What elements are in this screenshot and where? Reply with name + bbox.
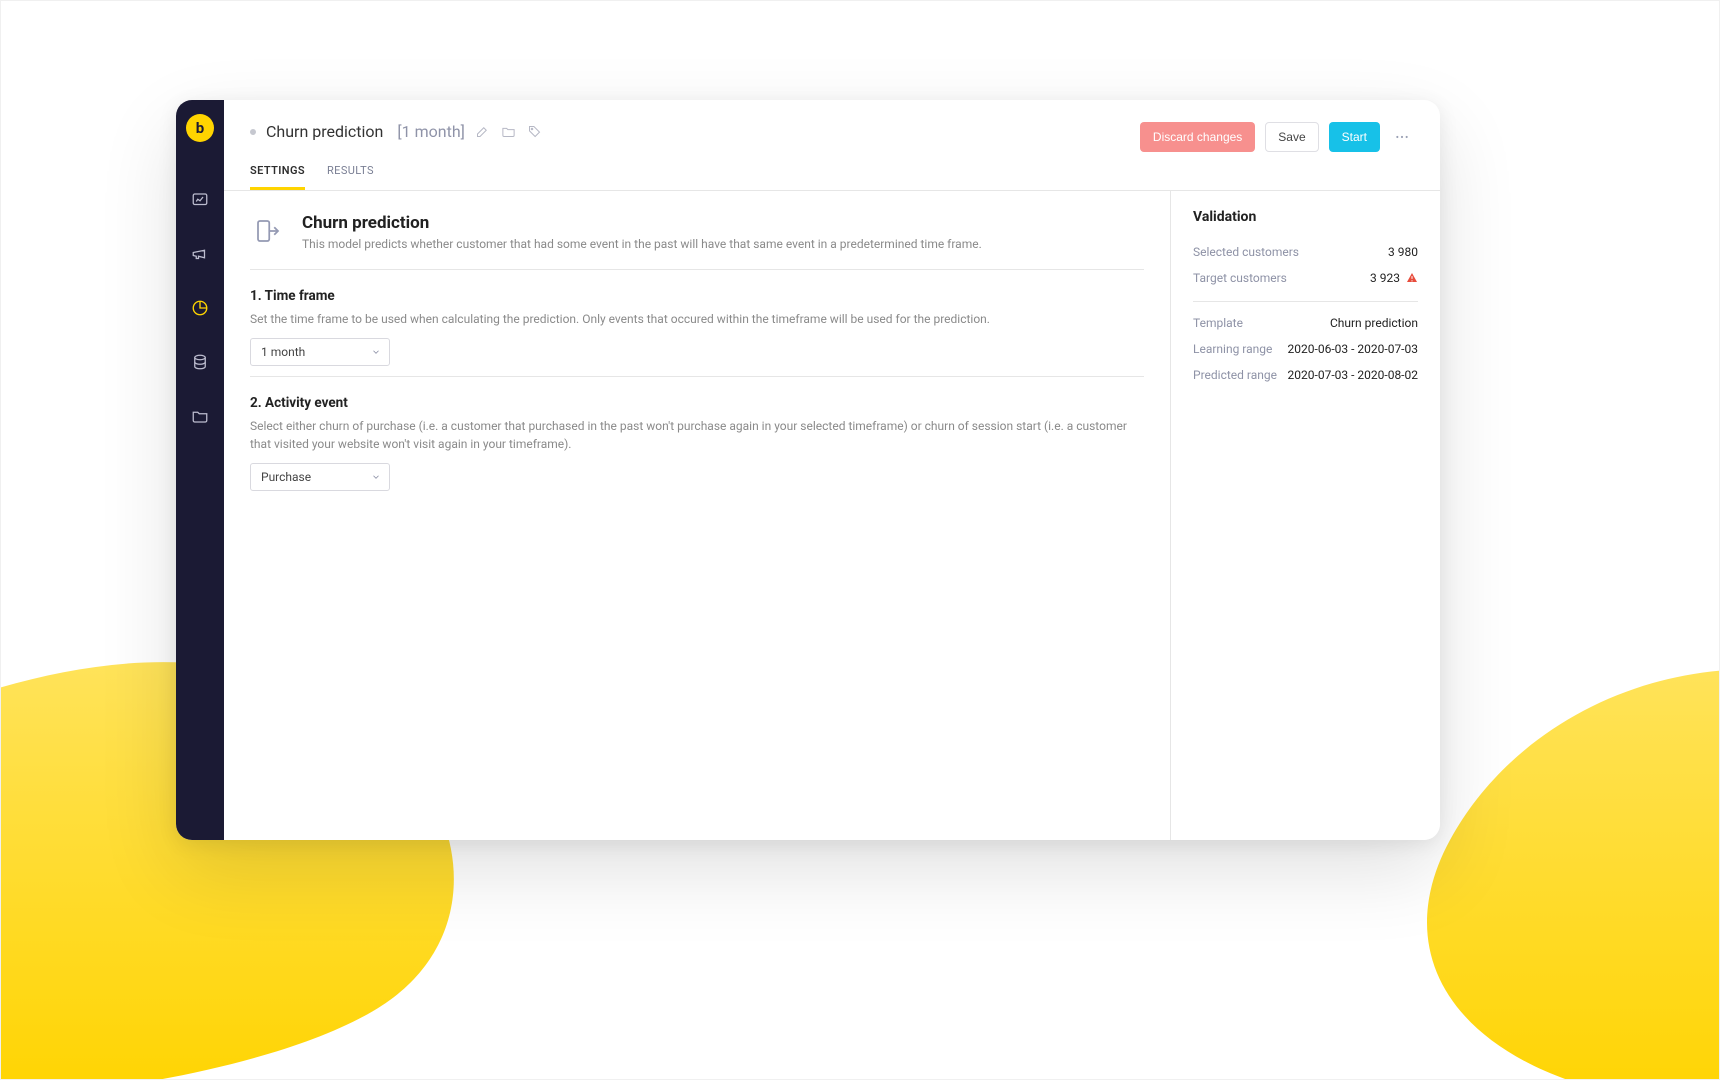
- folder-icon: [191, 407, 209, 429]
- activity-selected: Purchase: [261, 470, 311, 484]
- app-window: b: [176, 100, 1440, 840]
- header-actions: Discard changes Save Start: [1140, 122, 1414, 152]
- model-title: Churn prediction: [302, 213, 982, 233]
- timeframe-select[interactable]: 1 month: [250, 338, 390, 366]
- nav-files[interactable]: [176, 400, 224, 436]
- tabs: SETTINGS RESULTS: [224, 152, 1440, 191]
- model-header: Churn prediction This model predicts whe…: [250, 213, 1144, 270]
- kv-value: 3 980: [1388, 245, 1418, 259]
- page-header: Churn prediction [1 month] Discard chang…: [224, 100, 1440, 152]
- chevron-down-icon: [371, 472, 381, 482]
- folder-open-icon[interactable]: [501, 124, 517, 140]
- chevron-down-icon: [371, 347, 381, 357]
- dashboard-icon: [191, 191, 209, 213]
- edit-icon[interactable]: [475, 124, 491, 140]
- kv-template: Template Churn prediction: [1193, 310, 1418, 336]
- kv-value: Churn prediction: [1330, 316, 1418, 330]
- app-logo[interactable]: b: [186, 114, 214, 142]
- main-panel: Churn prediction [1 month] Discard chang…: [224, 100, 1440, 840]
- sidebar: b: [176, 100, 224, 840]
- section-timeframe-desc: Set the time frame to be used when calcu…: [250, 310, 1144, 328]
- validation-title: Validation: [1193, 209, 1418, 225]
- kv-value: 2020-07-03 - 2020-08-02: [1288, 368, 1418, 382]
- kv-predicted-range: Predicted range 2020-07-03 - 2020-08-02: [1193, 362, 1418, 388]
- section-activity-title: 2. Activity event: [250, 395, 1144, 411]
- nav-dashboard[interactable]: [176, 184, 224, 220]
- megaphone-icon: [191, 245, 209, 267]
- page-title-suffix: [1 month]: [397, 122, 464, 141]
- app-logo-glyph: b: [196, 119, 204, 137]
- page-title: Churn prediction: [266, 122, 383, 141]
- status-dot-icon: [250, 129, 256, 135]
- kv-selected-customers: Selected customers 3 980: [1193, 239, 1418, 265]
- kv-label: Learning range: [1193, 342, 1272, 356]
- tab-settings[interactable]: SETTINGS: [250, 164, 305, 190]
- kv-value: 2020-06-03 - 2020-07-03: [1288, 342, 1418, 356]
- pie-chart-icon: [191, 299, 209, 321]
- tab-results[interactable]: RESULTS: [327, 164, 374, 190]
- timeframe-selected: 1 month: [261, 345, 305, 359]
- warning-icon[interactable]: [1406, 272, 1418, 284]
- model-description: This model predicts whether customer tha…: [302, 237, 982, 251]
- kv-label: Template: [1193, 316, 1243, 330]
- tag-icon[interactable]: [527, 124, 543, 140]
- churn-model-icon: [250, 213, 286, 249]
- section-activity-desc: Select either churn of purchase (i.e. a …: [250, 417, 1144, 453]
- start-button[interactable]: Start: [1329, 122, 1380, 152]
- kv-value: 3 923: [1370, 271, 1400, 285]
- nav-data[interactable]: [176, 346, 224, 382]
- kv-target-customers: Target customers 3 923: [1193, 265, 1418, 291]
- divider: [1193, 301, 1418, 302]
- kv-learning-range: Learning range 2020-06-03 - 2020-07-03: [1193, 336, 1418, 362]
- discard-button[interactable]: Discard changes: [1140, 122, 1255, 152]
- section-activity: 2. Activity event Select either churn of…: [250, 377, 1144, 501]
- nav-analytics[interactable]: [176, 292, 224, 328]
- nav-campaigns[interactable]: [176, 238, 224, 274]
- settings-content: Churn prediction This model predicts whe…: [224, 191, 1170, 840]
- section-timeframe: 1. Time frame Set the time frame to be u…: [250, 270, 1144, 377]
- save-button[interactable]: Save: [1265, 122, 1318, 152]
- more-menu-button[interactable]: [1390, 125, 1414, 149]
- kv-label: Selected customers: [1193, 245, 1299, 259]
- kv-label: Predicted range: [1193, 368, 1277, 382]
- kv-label: Target customers: [1193, 271, 1287, 285]
- activity-select[interactable]: Purchase: [250, 463, 390, 491]
- validation-panel: Validation Selected customers 3 980 Targ…: [1170, 191, 1440, 840]
- section-timeframe-title: 1. Time frame: [250, 288, 1144, 304]
- breadcrumb: Churn prediction [1 month]: [250, 122, 543, 141]
- database-icon: [191, 353, 209, 375]
